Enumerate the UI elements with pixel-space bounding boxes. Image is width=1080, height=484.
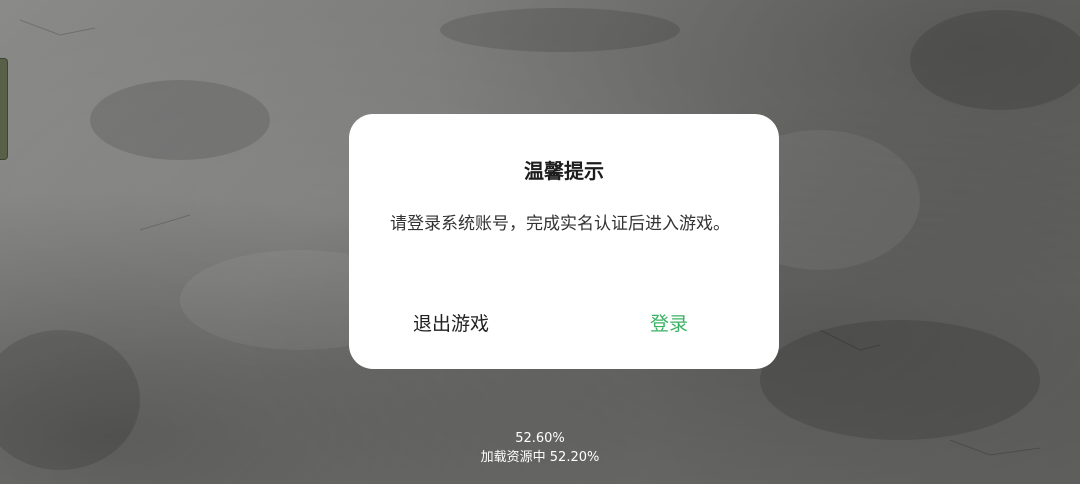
dialog-message: 请登录系统账号，完成实名认证后进入游戏。 <box>390 214 730 234</box>
exit-game-button[interactable]: 退出游戏 <box>413 310 489 340</box>
loading-percent: 52.60% <box>515 431 565 446</box>
login-prompt-dialog: 温馨提示 请登录系统账号，完成实名认证后进入游戏。 退出游戏 登录 <box>349 114 779 369</box>
side-tab-handle[interactable] <box>0 58 8 160</box>
game-screen: 温馨提示 请登录系统账号，完成实名认证后进入游戏。 退出游戏 登录 52.60%… <box>0 0 1080 484</box>
login-button[interactable]: 登录 <box>650 310 688 340</box>
loading-status: 加载资源中 52.20% <box>480 450 600 465</box>
dialog-title: 温馨提示 <box>524 159 604 183</box>
